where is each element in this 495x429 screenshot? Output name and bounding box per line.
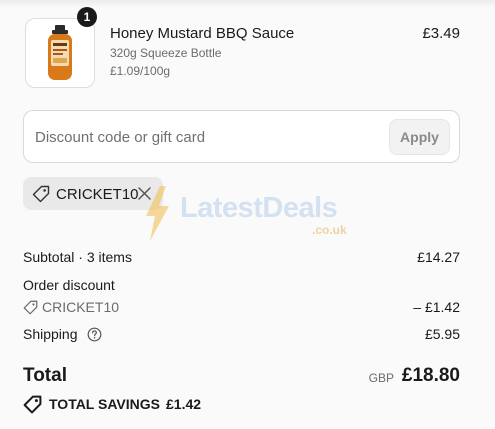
product-variant: 320g Squeeze Bottle <box>110 46 222 60</box>
shipping-row: Shipping £5.95 <box>23 326 460 346</box>
discount-code-name: CRICKET10 <box>42 299 120 315</box>
savings-label: TOTAL SAVINGS <box>49 396 160 412</box>
savings-tag-icon <box>23 395 42 414</box>
cart-line-item: 1 Honey Mustard BBQ Sauce 320g Squeeze B… <box>23 7 460 90</box>
product-thumbnail <box>25 18 95 88</box>
quantity-badge: 1 <box>77 7 97 27</box>
total-savings-row: TOTAL SAVINGS £1.42 <box>23 395 323 415</box>
currency-code: GBP <box>368 371 394 385</box>
watermark-brand: LatestDeals <box>180 192 338 224</box>
discount-field-container: Apply <box>23 110 460 163</box>
order-discount-row: Order discount <box>23 277 460 297</box>
tag-icon <box>23 300 38 315</box>
lightning-bolt-icon <box>146 186 169 241</box>
savings-value: £1.42 <box>166 396 202 412</box>
total-label: Total <box>23 365 67 386</box>
top-divider-shadow <box>0 0 495 8</box>
sauce-bottle-image <box>48 25 72 80</box>
subtotal-value: £14.27 <box>417 249 460 265</box>
discount-code-row: CRICKET10 – £1.42 <box>23 299 460 319</box>
product-unit-price: £1.09/100g <box>110 64 171 78</box>
watermark-domain: .co.uk <box>312 223 347 237</box>
watermark-logo: LatestDeals .co.uk <box>140 186 370 242</box>
discount-code-input[interactable] <box>35 126 375 148</box>
product-name: Honey Mustard BBQ Sauce <box>110 25 295 42</box>
help-circle-icon[interactable] <box>87 327 102 342</box>
discount-amount: – £1.42 <box>413 299 460 315</box>
total-row: Total GBP £18.80 <box>23 364 460 390</box>
shipping-label: Shipping <box>23 326 78 342</box>
subtotal-row: Subtotal · 3 items £14.27 <box>23 249 460 269</box>
order-discount-label: Order discount <box>23 277 115 293</box>
applied-code-label: CRICKET10 <box>56 186 139 203</box>
product-price: £3.49 <box>422 25 460 42</box>
total-value: £18.80 <box>401 365 460 386</box>
apply-discount-button[interactable]: Apply <box>389 119 450 155</box>
tag-icon <box>32 185 50 203</box>
shipping-value: £5.95 <box>424 326 460 342</box>
subtotal-label: Subtotal · 3 items <box>23 249 132 265</box>
